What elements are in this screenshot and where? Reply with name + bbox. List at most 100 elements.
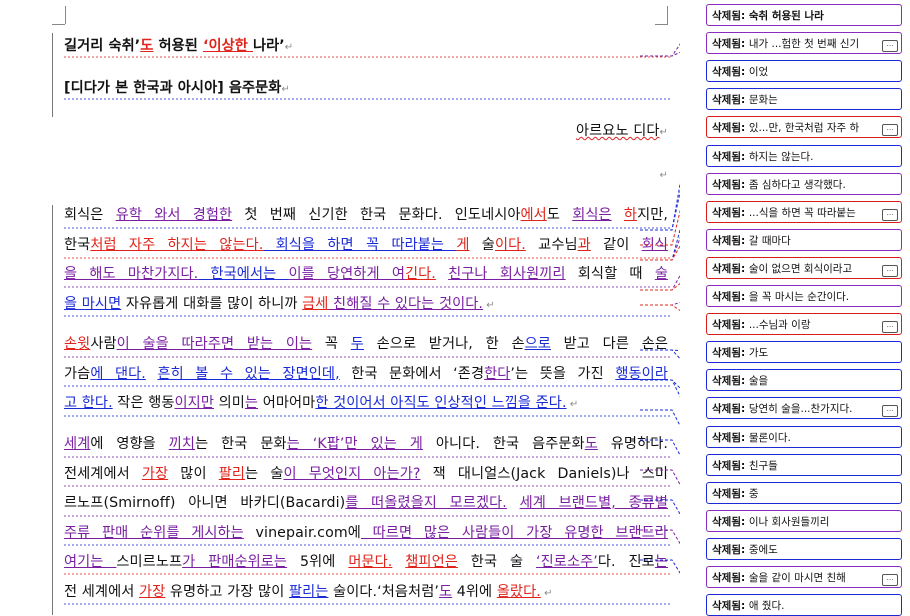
deleted-label: 삭제됨:: [712, 94, 749, 107]
text-run: 첫 번째 신기한 한국 문화다. 인도네시아: [232, 207, 521, 223]
expand-balloon-button[interactable]: ...: [882, 208, 898, 221]
paragraph3-line[interactable]: 세계에 영향을 끼치는 한국 문화는 ‘K팝’만 있는 게 아니다. 한국 음주…: [64, 434, 668, 454]
revision-balloon[interactable]: 삭제됨: 물론이다.: [706, 425, 902, 448]
text-run: 을 해도 마찬가지다.: [64, 266, 199, 282]
document-page[interactable]: 길거리 숙취’도 허용된 ‘이상한 나라’↵ [디다가 본 한국과 아시아] 음…: [0, 0, 680, 615]
deleted-text: 당연히 술을...찬가지다.: [748, 403, 853, 416]
text-run: 아니다. 한국 음주문화: [422, 436, 585, 452]
revision-balloon[interactable]: 삭제됨: 이나 회사원들끼리: [706, 509, 902, 532]
deleted-text: 내가 ...험한 첫 번째 신기: [748, 38, 860, 51]
text-run: 손윗: [64, 336, 91, 352]
revision-balloon[interactable]: 삭제됨: 친구들: [706, 453, 902, 476]
text-run: 머문다.: [348, 554, 393, 570]
paragraph3-line[interactable]: 주류 판매 순위를 게시하는 vinepair.com에 따르면 많은 사람들이…: [64, 523, 668, 543]
expand-balloon-button[interactable]: ...: [882, 405, 898, 418]
revision-balloon[interactable]: 삭제됨: 숙취 허용된 나라: [706, 4, 902, 26]
deleted-label: 삭제됨:: [712, 600, 749, 613]
revision-balloon[interactable]: 삭제됨: 있...만, 한국처럼 자주 하...: [706, 116, 902, 139]
deleted-text: 숙취 허용된 나라: [748, 10, 824, 22]
revision-balloon[interactable]: 삭제됨: 애 줬다.: [706, 594, 902, 616]
text-run: 도: [584, 436, 598, 452]
paragraph3-line[interactable]: 전세계에서 가장 많이 팔리는 술이 무엇인지 아는가? 잭 대니얼스(Jack…: [64, 464, 668, 484]
text-run: 는 ‘K팝’만 있는 게: [286, 436, 423, 452]
paragraph1-line[interactable]: 을 해도 마찬가지다. 한국에서는 이를 당연하게 여긴다. 친구나 회사원끼리…: [64, 264, 668, 284]
paragraph2-line[interactable]: 가슴에 댄다. 흔히 볼 수 있는 장면인데, 한국 문화에서 ‘존경한다’는 …: [64, 364, 668, 384]
deleted-text: ...수님과 이랑: [748, 319, 811, 332]
deleted-text: 애 줬다.: [748, 600, 785, 613]
text-run: 처럼 자주 하지는 않는다.: [90, 236, 264, 253]
revision-balloon[interactable]: 삭제됨: 중: [706, 481, 902, 504]
paragraph1-line[interactable]: 을 마시면 자유롭게 대화를 많이 하니까 금세 친해질 수 있다는 것이다. …: [64, 294, 668, 316]
deleted-text: 하지는 않는다.: [748, 150, 814, 163]
revision-balloon[interactable]: 삭제됨: 술을: [706, 369, 902, 392]
revision-balloon[interactable]: 삭제됨: 당연히 술을...찬가지다....: [706, 397, 902, 420]
text-run: 가장: [138, 583, 166, 600]
deleted-text: 술을 같이 마시면 친해: [748, 572, 846, 584]
paragraph3-line[interactable]: 르노프(Smirnoff) 아니면 바카디(Bacardi)를 떠올렸을지 모르…: [64, 493, 668, 513]
paragraph3-line[interactable]: 전 세계에서 가장 유명하고 가장 많이 팔리는 술이다.‘처음처럼’도 4위에…: [64, 582, 668, 604]
change-bar-top: [52, 33, 53, 117]
deleted-text: 물론이다.: [748, 431, 791, 444]
article-subtitle[interactable]: [디다가 본 한국과 아시아] 음주문화↵: [64, 78, 668, 100]
paragraph1-line[interactable]: 한국처럼 자주 하지는 않는다. 회식을 하면 꼭 따라붙는 게 술이다. 교수…: [64, 235, 668, 255]
revision-balloon[interactable]: 삭제됨: ...수님과 이랑...: [706, 313, 902, 336]
revision-balloon[interactable]: 삭제됨: 술을 같이 마시면 친해...: [706, 566, 902, 588]
empty-paragraph[interactable]: ↵: [64, 164, 668, 186]
text-run: 한 것이어서 아직도 인상적인 느낌을 준다.: [315, 395, 567, 411]
expand-balloon-button[interactable]: ...: [882, 40, 898, 53]
text-run: 이 무엇인지 아는가?: [283, 465, 421, 482]
text-run: 하: [623, 207, 638, 223]
text-run: 는: [244, 395, 259, 411]
text-run: 고 한다.: [64, 395, 113, 411]
deleted-label: 삭제됨:: [712, 10, 749, 22]
text-run: 르노프(Smirnoff) 아니면 바카디(Bacardi): [64, 495, 346, 511]
text-run: 손으로 받거나, 한 손: [363, 336, 525, 352]
paragraph1-line[interactable]: 회식은 유학 와서 경험한 첫 번째 신기한 한국 문화다. 인도네시아에서도 …: [64, 205, 668, 225]
deleted-text: 갈 때마다: [748, 234, 791, 247]
paragraph2-line[interactable]: 손윗사람이 술을 따라주면 받는 이는 꼭 두 손으로 받거나, 한 손으로 받…: [64, 334, 668, 354]
revision-balloon[interactable]: 삭제됨: 가도: [706, 341, 902, 364]
text-run: 지만,: [637, 207, 668, 223]
text-run: 이지만: [174, 395, 214, 411]
revision-balloon[interactable]: 삭제됨: 좀 심하다고 생각했다.: [706, 172, 902, 195]
article-title[interactable]: 길거리 숙취’도 허용된 ‘이상한 나라’↵: [64, 36, 668, 58]
text-run: 긴다.: [404, 266, 436, 282]
text-run: 는 술: [245, 465, 284, 482]
text-run: [146, 366, 158, 382]
deleted-label: 삭제됨:: [712, 487, 749, 500]
paragraph3-line[interactable]: 여기는 스미르노프가 판매순위로는 5위에 머문다. 챔피언은 한국 술 ‘진로…: [64, 552, 668, 572]
revision-balloon[interactable]: 삭제됨: 중에도: [706, 537, 902, 560]
text-run: 친구나 회사원끼리: [448, 266, 566, 282]
revision-balloon[interactable]: 삭제됨: 하지는 않는다.: [706, 144, 902, 167]
text-run: 이 술을 따라주면 받는 이는: [116, 336, 313, 352]
deleted-text: 술을: [748, 375, 769, 388]
text-run: 두: [350, 336, 364, 352]
deleted-text: 이나 회사원들끼리: [748, 515, 830, 528]
deleted-label: 삭제됨:: [712, 515, 749, 528]
text-run: ‘진로소주’: [536, 554, 598, 570]
text-run: 친해질 수 있다는 것이다.: [328, 295, 484, 312]
article-author[interactable]: 아르요노 디다↵: [64, 121, 668, 143]
text-run: 유명하다.: [597, 436, 668, 452]
expand-balloon-button[interactable]: ...: [882, 321, 898, 334]
expand-balloon-button[interactable]: ...: [882, 264, 898, 277]
revision-balloon[interactable]: 삭제됨: 갈 때마다: [706, 228, 902, 251]
paragraph2-line[interactable]: 고 한다. 작은 행동이지만 의미는 어마어마한 것이어서 아직도 인상적인 느…: [64, 393, 668, 415]
text-run: 유명하고 가장 많이: [165, 583, 289, 600]
revision-balloon[interactable]: 삭제됨: 문화는: [706, 88, 902, 111]
text-run: 한국 문화에서 ‘존경: [339, 365, 485, 382]
expand-balloon-button[interactable]: ...: [882, 124, 898, 137]
revision-balloon[interactable]: 삭제됨: 을 꼭 마시는 순간이다.: [706, 285, 902, 307]
revision-balloon[interactable]: 삭제됨: 내가 ...험한 첫 번째 신기...: [706, 32, 902, 55]
deleted-label: 삭제됨:: [712, 122, 749, 135]
text-run: 다. 진로: [597, 554, 655, 570]
expand-balloon-button[interactable]: ...: [882, 574, 898, 586]
deleted-text: 문화는: [748, 94, 778, 107]
revision-balloon[interactable]: 삭제됨: 이었: [706, 60, 902, 83]
deleted-text: 좀 심하다고 생각했다.: [748, 178, 846, 191]
text-run: 꼭: [312, 336, 351, 352]
text-run: 회식: [641, 236, 669, 253]
revision-balloon[interactable]: 삭제됨: 술이 없으면 회식이라고...: [706, 256, 902, 279]
revision-balloon[interactable]: 삭제됨: ...식을 하면 꼭 따라붙는...: [706, 200, 902, 223]
text-run: 세계 브랜드별, 종류별: [519, 495, 668, 511]
